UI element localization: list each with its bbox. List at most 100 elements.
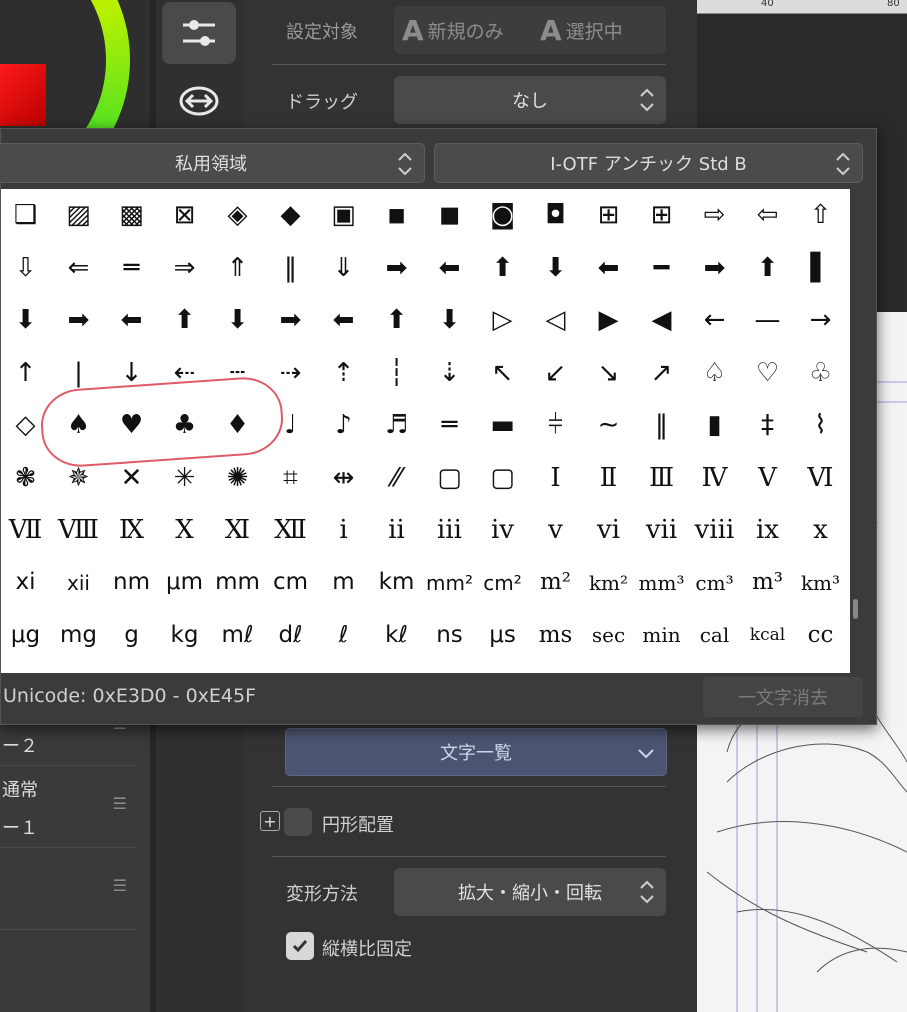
glyph-cell[interactable]: kg bbox=[158, 609, 211, 661]
glyph-cell[interactable]: m bbox=[317, 557, 370, 609]
glyph-cell[interactable]: cm bbox=[264, 557, 317, 609]
layer-row[interactable]: ー２ ☰ bbox=[0, 714, 137, 766]
glyph-cell[interactable]: ∼ bbox=[582, 399, 635, 451]
glyph-cell[interactable]: ▬ bbox=[476, 399, 529, 451]
glyph-cell[interactable]: ▢ bbox=[476, 452, 529, 504]
glyph-cell[interactable]: ⇡ bbox=[317, 347, 370, 399]
glyph-cell[interactable]: cc bbox=[794, 609, 847, 661]
glyph-cell[interactable]: ➡ bbox=[52, 294, 105, 346]
glyph-cell[interactable]: ⊠ bbox=[158, 189, 211, 241]
glyph-cell[interactable]: km bbox=[370, 557, 423, 609]
new-only-option[interactable]: A 新規のみ bbox=[402, 14, 504, 47]
glyph-cell[interactable]: m² bbox=[529, 557, 582, 609]
glyph-cell[interactable]: xii bbox=[52, 557, 105, 609]
glyph-cell[interactable]: ➡ bbox=[688, 242, 741, 294]
glyph-cell[interactable]: km³ bbox=[794, 557, 847, 609]
glyph-cell[interactable]: min bbox=[635, 609, 688, 661]
glyph-cell[interactable]: ⬆ bbox=[370, 294, 423, 346]
glyph-cell[interactable]: ⌗ bbox=[264, 452, 317, 504]
glyph-cell[interactable]: ⬇ bbox=[423, 294, 476, 346]
glyph-cell[interactable]: ⅱ bbox=[370, 504, 423, 556]
font-select[interactable]: I-OTF アンチック Std B bbox=[434, 143, 863, 183]
menu-icon[interactable]: ☰ bbox=[113, 794, 127, 813]
glyph-cell[interactable]: ➡ bbox=[370, 242, 423, 294]
glyph-cell[interactable]: ◁ bbox=[529, 294, 582, 346]
glyph-cell[interactable]: ❃ bbox=[0, 452, 52, 504]
glyph-cell[interactable]: Ⅴ bbox=[741, 452, 794, 504]
glyph-cell[interactable]: ◆ bbox=[264, 189, 317, 241]
glyph-cell[interactable]: ⇐ bbox=[52, 242, 105, 294]
selected-option[interactable]: A 選択中 bbox=[540, 14, 623, 47]
glyph-cell[interactable]: g bbox=[105, 609, 158, 661]
glyph-cell[interactable]: ⌇ bbox=[794, 399, 847, 451]
transform-arrows-icon[interactable] bbox=[162, 70, 236, 132]
glyph-cell[interactable]: ⬅ bbox=[582, 242, 635, 294]
glyph-cell[interactable]: ↖ bbox=[476, 347, 529, 399]
glyph-cell[interactable]: Ⅸ bbox=[105, 504, 158, 556]
glyph-cell[interactable]: ⬇ bbox=[0, 294, 52, 346]
glyph-cell[interactable]: ⅰ bbox=[317, 504, 370, 556]
glyph-cell[interactable]: ℓ bbox=[317, 609, 370, 661]
glyph-cell[interactable]: Ⅶ bbox=[0, 504, 52, 556]
glyph-cell[interactable]: ◈ bbox=[211, 189, 264, 241]
glyph-cell[interactable]: ⬇ bbox=[211, 294, 264, 346]
glyph-cell[interactable]: km² bbox=[582, 557, 635, 609]
glyph-cell[interactable]: ▌ bbox=[794, 242, 847, 294]
glyph-cell[interactable]: ⬆ bbox=[476, 242, 529, 294]
glyph-cell[interactable]: Ⅷ bbox=[52, 504, 105, 556]
glyph-cell[interactable]: ‖ bbox=[264, 242, 317, 294]
glyph-cell[interactable]: ♡ bbox=[741, 347, 794, 399]
glyph-cell[interactable]: ▨ bbox=[52, 189, 105, 241]
glyph-cell[interactable]: m³ bbox=[741, 557, 794, 609]
glyph-cell[interactable]: ⅳ bbox=[476, 504, 529, 556]
glyph-cell[interactable]: ⅵ bbox=[582, 504, 635, 556]
glyph-cell[interactable]: ◙ bbox=[476, 189, 529, 241]
glyph-cell[interactable]: ⇩ bbox=[0, 242, 52, 294]
glyph-cell[interactable]: ⁄⁄ bbox=[370, 452, 423, 504]
glyph-cell[interactable]: mm² bbox=[423, 557, 476, 609]
layer-row[interactable]: ☰ bbox=[0, 848, 137, 930]
glyph-cell[interactable]: ⬇ bbox=[529, 242, 582, 294]
glyph-cell[interactable]: mm³ bbox=[635, 557, 688, 609]
glyph-cell[interactable]: μs bbox=[476, 609, 529, 661]
glyph-cell[interactable]: ‡ bbox=[741, 399, 794, 451]
grid-scrollbar[interactable] bbox=[853, 599, 858, 619]
glyph-cell[interactable]: xi bbox=[0, 557, 52, 609]
glyph-cell[interactable]: Ⅱ bbox=[582, 452, 635, 504]
glyph-cell[interactable]: Ⅹ bbox=[158, 504, 211, 556]
char-list-button[interactable]: 文字一覧 bbox=[285, 728, 667, 776]
glyph-cell[interactable]: ↗ bbox=[635, 347, 688, 399]
glyph-cell[interactable]: ◘ bbox=[529, 189, 582, 241]
drag-select[interactable]: なし bbox=[394, 76, 666, 124]
glyph-cell[interactable]: ⅷ bbox=[688, 504, 741, 556]
glyph-cell[interactable]: Ⅵ bbox=[794, 452, 847, 504]
glyph-cell[interactable]: Ⅻ bbox=[264, 504, 317, 556]
glyph-cell[interactable]: kℓ bbox=[370, 609, 423, 661]
menu-icon[interactable]: ☰ bbox=[113, 876, 127, 895]
glyph-cell[interactable]: ⇣ bbox=[423, 347, 476, 399]
glyph-cell[interactable]: ✺ bbox=[211, 452, 264, 504]
glyph-cell[interactable]: ═ bbox=[105, 242, 158, 294]
glyph-cell[interactable]: cm³ bbox=[688, 557, 741, 609]
glyph-cell[interactable]: ⇓ bbox=[317, 242, 370, 294]
layer-row[interactable]: 通常 ー１ ☰ bbox=[0, 766, 137, 848]
glyph-cell[interactable]: mg bbox=[52, 609, 105, 661]
glyph-cell[interactable]: → bbox=[794, 294, 847, 346]
glyph-cell[interactable]: ↙ bbox=[529, 347, 582, 399]
glyph-cell[interactable]: nm bbox=[105, 557, 158, 609]
glyph-cell[interactable]: mℓ bbox=[211, 609, 264, 661]
sliders-icon[interactable] bbox=[162, 2, 236, 64]
glyph-cell[interactable]: ⬆ bbox=[741, 242, 794, 294]
glyph-cell[interactable]: ♤ bbox=[688, 347, 741, 399]
glyph-cell[interactable]: ⅴ bbox=[529, 504, 582, 556]
glyph-cell[interactable]: ⇧ bbox=[794, 189, 847, 241]
glyph-cell[interactable]: ◾ bbox=[370, 189, 423, 241]
glyph-cell[interactable]: ⇑ bbox=[211, 242, 264, 294]
glyph-cell[interactable]: ⫩ bbox=[529, 399, 582, 451]
glyph-cell[interactable]: ↑ bbox=[0, 347, 52, 399]
glyph-cell[interactable]: ⬆ bbox=[158, 294, 211, 346]
glyph-cell[interactable]: ⅲ bbox=[423, 504, 476, 556]
glyph-cell[interactable]: Ⅺ bbox=[211, 504, 264, 556]
glyph-cell[interactable]: ♬ bbox=[370, 399, 423, 451]
glyph-cell[interactable]: ⅶ bbox=[635, 504, 688, 556]
